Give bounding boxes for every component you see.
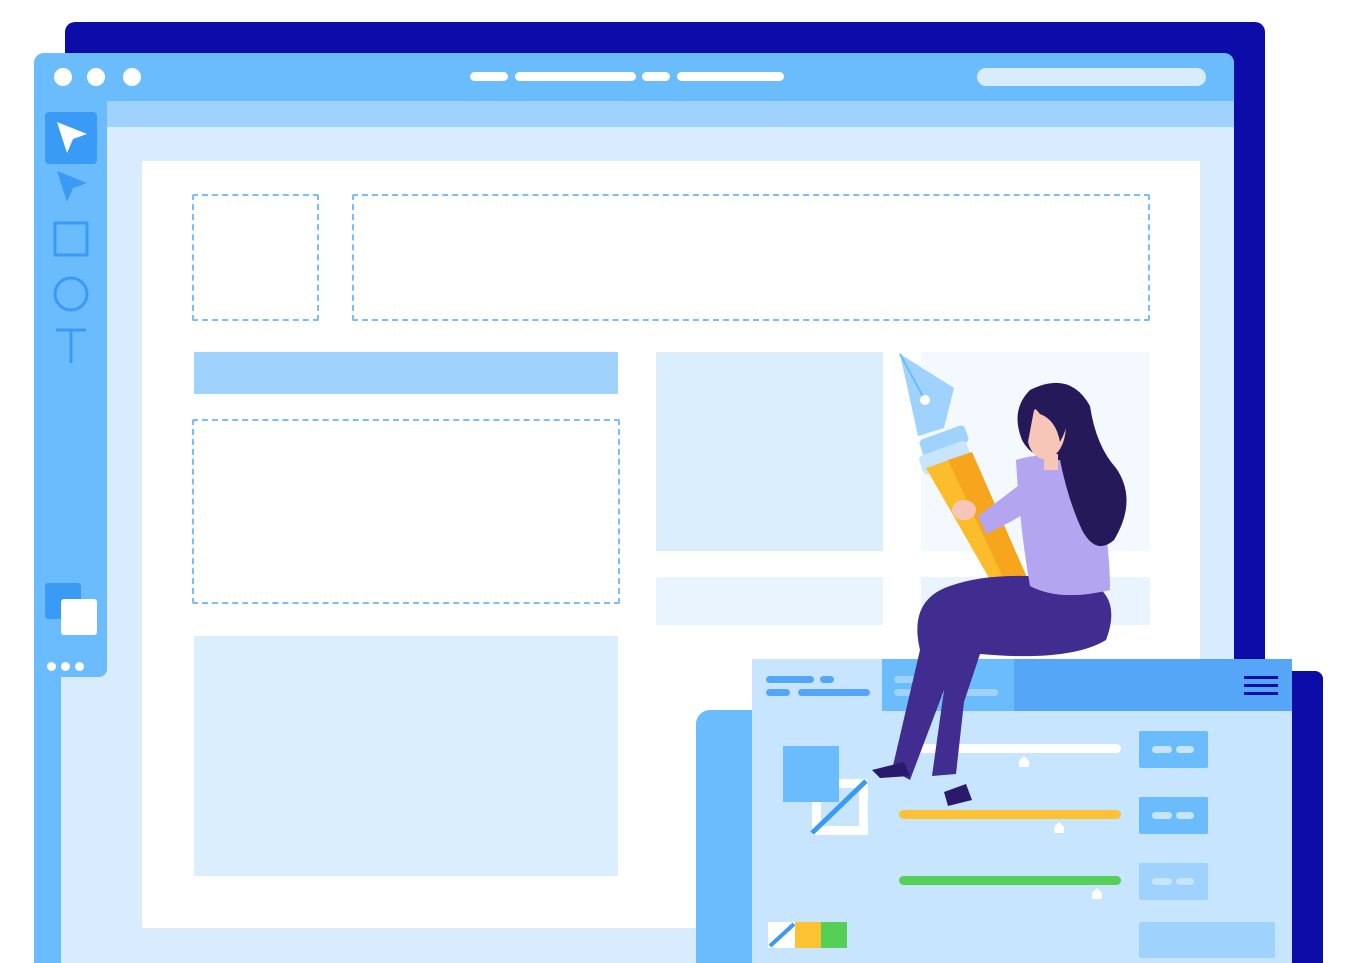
ellipse-icon: [53, 276, 89, 312]
tool-panel-strip: [34, 677, 61, 963]
pen-nib-icon: [899, 353, 954, 436]
tool-more[interactable]: [47, 658, 89, 676]
more-dots-icon: [47, 662, 56, 671]
color-palette[interactable]: [768, 922, 848, 948]
title-bar: [34, 53, 1234, 101]
panel-menu-button[interactable]: [1244, 674, 1278, 698]
tool-color-swatches[interactable]: [45, 583, 99, 637]
slider-3-track[interactable]: [899, 876, 1121, 885]
window-maximize-dot[interactable]: [123, 68, 141, 86]
color-swatches-icon: [45, 583, 97, 635]
tab-label-line-2: [820, 676, 834, 683]
value-bar: [1152, 878, 1172, 885]
address-bar[interactable]: [977, 68, 1206, 86]
placeholder-card-1[interactable]: [656, 352, 883, 551]
window-close-dot[interactable]: [54, 68, 72, 86]
tool-text[interactable]: [45, 319, 97, 371]
value-bar: [1152, 812, 1172, 819]
tab-label-line-1: [766, 676, 814, 683]
placeholder-logo-box[interactable]: [192, 194, 319, 321]
title-placeholder-4: [677, 72, 784, 81]
value-bar: [1176, 812, 1194, 819]
tab-label-line-3: [766, 689, 790, 696]
direct-select-arrow-icon: [57, 171, 87, 202]
apply-button[interactable]: [1139, 922, 1275, 958]
value-bar: [1176, 878, 1194, 885]
tool-direct-select[interactable]: [45, 161, 97, 213]
properties-panel-side: [696, 710, 756, 963]
color-palette-icon: [768, 922, 847, 948]
value-bar: [1176, 746, 1194, 753]
text-tool-icon: [56, 328, 86, 363]
more-dot: [75, 662, 84, 671]
window-minimize-dot[interactable]: [87, 68, 105, 86]
select-arrow-icon: [57, 122, 87, 153]
placeholder-header-box[interactable]: [352, 194, 1150, 321]
properties-panel-shadow: [1290, 671, 1323, 963]
fill-stroke-widget[interactable]: [782, 745, 872, 837]
rectangle-icon: [53, 221, 89, 257]
placeholder-title-bar[interactable]: [194, 352, 618, 394]
title-placeholder-2: [515, 72, 636, 81]
hamburger-menu-icon: [1244, 676, 1278, 695]
tool-select[interactable]: [45, 112, 97, 164]
slider-3-knob[interactable]: [1091, 887, 1103, 899]
title-placeholder-1: [470, 72, 508, 81]
placeholder-image-block[interactable]: [194, 636, 618, 876]
title-placeholder-3: [642, 72, 670, 81]
placeholder-caption-1[interactable]: [656, 577, 883, 625]
options-ribbon: [104, 101, 1234, 127]
slider-2-value-button[interactable]: [1139, 797, 1208, 834]
more-dot: [61, 662, 70, 671]
tool-rectangle[interactable]: [45, 213, 97, 265]
slider-2-knob[interactable]: [1053, 821, 1065, 833]
tool-ellipse[interactable]: [45, 268, 97, 320]
fill-stroke-icon: [783, 746, 868, 835]
slider-1-value-button[interactable]: [1139, 731, 1208, 768]
value-bar: [1152, 746, 1172, 753]
placeholder-content-box[interactable]: [192, 419, 620, 604]
designer-character-illustration: [872, 353, 1127, 806]
tool-panel: [34, 101, 107, 677]
slider-3-value-button[interactable]: [1139, 863, 1208, 900]
